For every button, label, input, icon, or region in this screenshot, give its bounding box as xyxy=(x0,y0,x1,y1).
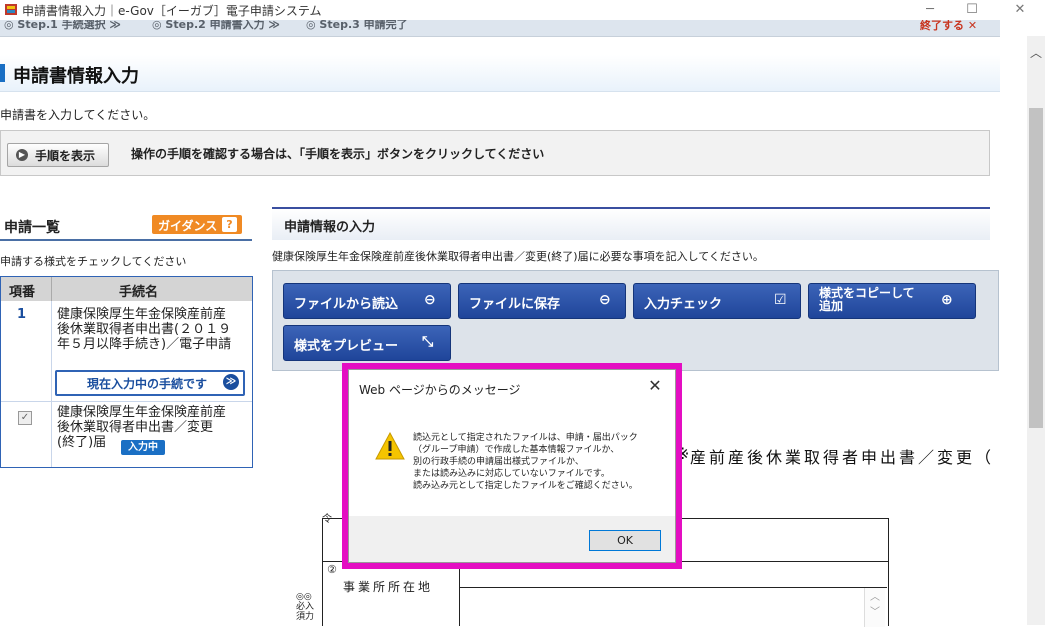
column-header-number: 項番 xyxy=(9,285,36,300)
application-info-title: 申請情報の入力 xyxy=(284,220,376,235)
row-2-checkbox[interactable]: ✓ xyxy=(18,411,32,425)
step-2: ◎ Step.2 申請書入力 ≫ xyxy=(152,20,280,31)
preview-form-label: 様式をプレビュー xyxy=(294,339,399,354)
preview-icon: ⤡ xyxy=(422,334,434,350)
save-file-label: ファイルに保存 xyxy=(469,297,561,312)
window-title: 申請書情報入力｜e-Gov［イーガブ］電子申請システム xyxy=(22,4,322,18)
row-1-line-3: 年５月以降手続き)／電子申請 xyxy=(57,337,232,352)
procedure-description: 操作の手順を確認する場合は、「手順を表示」ボタンをクリックしてください xyxy=(131,147,545,161)
dialog-button-area: OK xyxy=(349,516,675,562)
play-icon: ▶ xyxy=(16,149,28,161)
header-divider xyxy=(51,277,52,301)
copy-form-line-1: 様式をコピーして xyxy=(819,286,915,300)
dialog-title: Web ページからのメッセージ xyxy=(359,383,521,397)
step-3: ◎ Step.3 申請完了 xyxy=(306,20,408,31)
in-progress-badge: 入力中 xyxy=(121,440,165,455)
page-subtitle: 申請書を入力してください。 xyxy=(0,108,156,122)
application-list-title: 申請一覧 xyxy=(4,220,60,236)
form-row-number: ② xyxy=(327,563,337,576)
read-file-icon: ⊖ xyxy=(424,292,436,308)
guidance-label: ガイダンス xyxy=(158,219,218,233)
save-file-icon: ⊖ xyxy=(599,292,611,308)
application-list-instruction: 申請する様式をチェックしてください xyxy=(0,255,187,268)
column-header-procedure: 手続名 xyxy=(119,285,159,300)
scroll-up-icon[interactable]: ︿ xyxy=(1027,44,1045,61)
business-address-input[interactable]: ︿ ﹀ xyxy=(459,587,887,627)
procedure-box: ▶ 手順を表示 操作の手順を確認する場合は、「手順を表示」ボタンをクリックしてく… xyxy=(0,130,990,176)
show-steps-button[interactable]: ▶ 手順を表示 xyxy=(7,143,109,167)
page-title: 申請書情報入力 xyxy=(13,66,139,87)
maximize-button[interactable]: ☐ xyxy=(957,0,987,20)
warning-icon xyxy=(375,432,405,460)
app-icon xyxy=(5,4,17,15)
close-window-button[interactable]: ✕ xyxy=(1005,0,1035,20)
table-header: 項番 手続名 xyxy=(1,277,252,301)
form-toolbar: ファイルから読込 ⊖ ファイルに保存 ⊖ 入力チェック ☑ 様式をコピーして 追… xyxy=(272,270,999,371)
application-info-header: 申請情報の入力 xyxy=(272,207,990,240)
application-list-header: 申請一覧 ガイダンス ? xyxy=(0,209,252,241)
copy-form-label: 様式をコピーして 追加 xyxy=(819,287,915,313)
preview-form-button[interactable]: 様式をプレビュー ⤡ xyxy=(283,325,451,361)
application-info-description: 健康保険厚生年金保険産前産後休業取得者申出書／変更(終了)届に必要な事項を記入し… xyxy=(272,250,764,263)
help-icon: ? xyxy=(222,217,237,232)
vertical-scrollbar[interactable]: ︿ xyxy=(1027,36,1045,625)
logout-button[interactable]: 終了する ✕ xyxy=(920,20,990,32)
checkbox-icon: ☑ xyxy=(774,292,787,308)
window-title-bar: 申請書情報入力｜e-Gov［イーガブ］電子申請システム ─ ☐ ✕ xyxy=(0,0,1045,20)
steps-bar: ◎ Step.1 手続選択 ≫ ◎ Step.2 申請書入力 ≫ ◎ Step.… xyxy=(0,20,1000,37)
row-1-number: 1 xyxy=(17,307,27,322)
input-check-button[interactable]: 入力チェック ☑ xyxy=(633,283,801,319)
row-divider xyxy=(1,401,252,402)
row-1-procedure-name: 健康保険厚生年金保険産前産 後休業取得者申出書(２０１９ 年５月以降手続き)／電… xyxy=(57,307,231,352)
row-1-line-2: 後休業取得者申出書(２０１９ xyxy=(57,322,232,337)
application-list-table: 項番 手続名 1 健康保険厚生年金保険産前産 後休業取得者申出書(２０１９ 年５… xyxy=(0,276,253,468)
copy-form-line-2: 追加 xyxy=(819,299,844,313)
required-input-note: ◎◎必入須力 xyxy=(296,592,315,622)
chevron-right-icon: ≫ xyxy=(223,374,239,390)
textarea-scrollbar[interactable]: ︿ ﹀ xyxy=(864,588,885,627)
current-procedure-label: 現在入力中の手続です xyxy=(87,377,208,391)
read-file-label: ファイルから読込 xyxy=(294,297,399,312)
row-2-line-2: 後休業取得者申出書／変更 xyxy=(57,420,214,435)
business-address-label: 事業所所在地 xyxy=(343,580,434,594)
row-2-line-1: 健康保険厚生年金保険産前産 xyxy=(57,405,227,420)
add-copy-icon: ⊕ xyxy=(941,292,953,308)
dialog-message: 読込元として指定されたファイルは、申請・届出パック （グループ申請）で作成した基… xyxy=(413,433,638,491)
minimize-button[interactable]: ─ xyxy=(915,0,945,20)
copy-form-button[interactable]: 様式をコピーして 追加 ⊕ xyxy=(808,283,976,319)
dialog-close-icon[interactable]: ✕ xyxy=(645,376,665,396)
heading-accent-bar xyxy=(0,64,5,82)
scroll-thumb[interactable] xyxy=(1029,108,1043,428)
column-divider xyxy=(51,301,52,467)
guidance-button[interactable]: ガイダンス ? xyxy=(152,215,242,234)
read-file-button[interactable]: ファイルから読込 ⊖ xyxy=(283,283,451,319)
save-file-button[interactable]: ファイルに保存 ⊖ xyxy=(458,283,626,319)
ok-button[interactable]: OK xyxy=(589,530,661,551)
show-steps-label: 手順を表示 xyxy=(35,149,96,163)
document-heading: 産前産後休業取得者申出書／変更（ xyxy=(690,448,995,467)
message-dialog: Web ページからのメッセージ ✕ 読込元として指定されたファイルは、申請・届出… xyxy=(348,369,676,563)
input-check-label: 入力チェック xyxy=(644,297,723,312)
step-1: ◎ Step.1 手続選択 ≫ xyxy=(4,20,121,31)
page-header: 申請書情報入力 xyxy=(0,55,1000,92)
row-1-line-1: 健康保険厚生年金保険産前産 xyxy=(57,307,227,322)
current-procedure-button[interactable]: 現在入力中の手続です ≫ xyxy=(55,370,245,396)
